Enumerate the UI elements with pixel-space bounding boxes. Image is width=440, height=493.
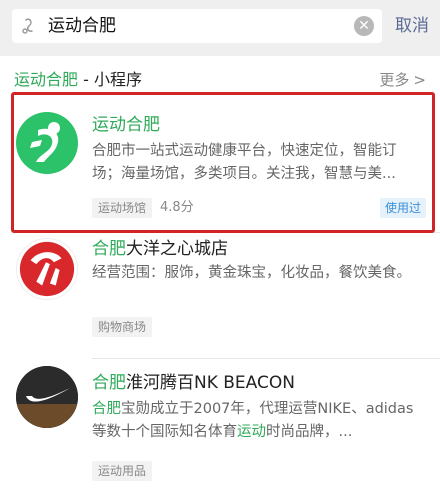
category-tag: 运动用品 xyxy=(92,461,153,481)
result-description: 经营范围：服饰，黄金珠宝，化妆品，餐饮美食。 xyxy=(92,265,411,281)
result-title: 合肥淮河腾百NK BEACON xyxy=(92,373,295,393)
search-icon xyxy=(22,18,33,34)
result-description: 合肥市一站式运动健康平台，快速定位，智能订场；海量场馆，多类项目。关注我，智慧与… xyxy=(92,143,397,182)
result-title: 运动合肥 xyxy=(92,115,160,135)
result-item[interactable]: 合肥大洋之心城店 经营范围：服饰，黄金珠宝，化妆品，餐饮美食。 购物商场 xyxy=(0,232,440,358)
nike-logo-icon xyxy=(16,366,78,428)
runner-logo-icon xyxy=(16,112,78,174)
section-keyword: 运动合肥 xyxy=(14,70,79,89)
rating: 4.8分 xyxy=(160,200,194,215)
used-badge: 使用过 xyxy=(379,198,426,218)
result-item[interactable]: 运动合肥 合肥市一站式运动健康平台，快速定位，智能订场；海量场馆，多类项目。关注… xyxy=(0,98,440,232)
search-box[interactable]: 运动合肥 ✕ xyxy=(12,9,382,43)
clear-icon[interactable]: ✕ xyxy=(354,16,374,36)
more-link[interactable]: 更多 > xyxy=(379,62,426,98)
category-tag: 购物商场 xyxy=(92,317,153,337)
wanda-logo-icon xyxy=(16,238,78,300)
result-title: 合肥大洋之心城店 xyxy=(92,239,228,259)
search-bar: 运动合肥 ✕ 取消 xyxy=(0,0,440,52)
result-item[interactable]: 合肥淮河腾百NK BEACON 合肥宝勋成立于2007年，代理运营NIKE、ad… xyxy=(0,358,440,493)
result-description: 合肥宝勋成立于2007年，代理运营NIKE、adidas等数十个国际知名体育运动… xyxy=(92,401,414,440)
search-input[interactable]: 运动合肥 xyxy=(48,9,116,43)
section-title: 运动合肥 - 小程序 xyxy=(14,62,142,98)
cancel-button[interactable]: 取消 xyxy=(395,9,429,43)
chevron-right-icon: > xyxy=(413,71,426,89)
category-tag: 运动场馆 xyxy=(92,198,153,218)
section-suffix: - 小程序 xyxy=(78,70,142,89)
more-label: 更多 xyxy=(379,71,410,89)
results-panel: 运动合肥 - 小程序 更多 > 运动合肥 合肥市一站式运动健康平台，快速定位，智能… xyxy=(0,56,440,493)
